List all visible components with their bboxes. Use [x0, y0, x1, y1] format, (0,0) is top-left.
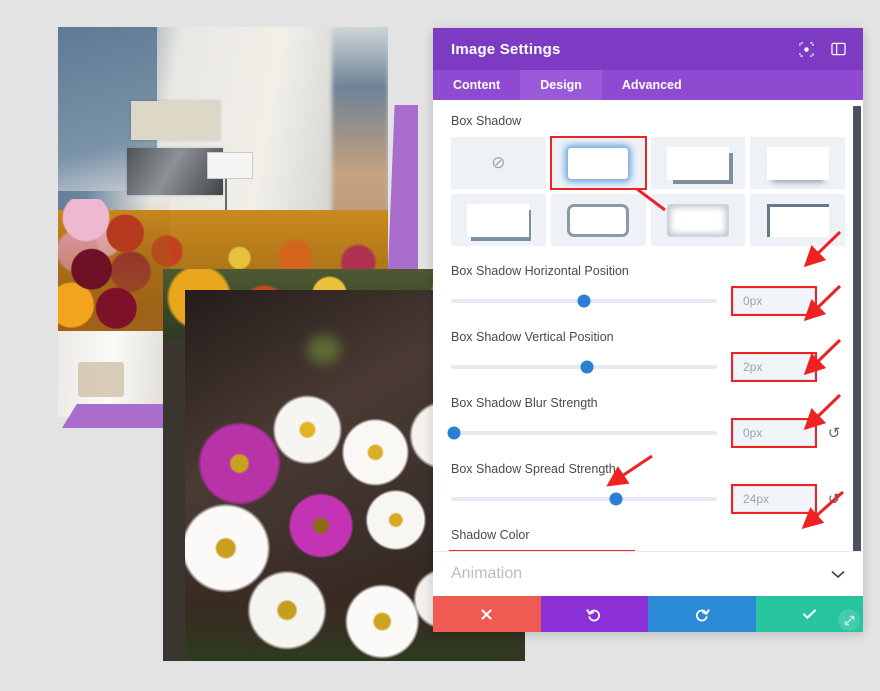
tab-content[interactable]: Content [433, 70, 520, 100]
preset-bottom-right-hard[interactable] [650, 137, 746, 189]
slider-knob-horizontal[interactable] [577, 294, 591, 308]
slider-knob-spread[interactable] [609, 492, 623, 506]
label-horizontal-position: Box Shadow Horizontal Position [451, 264, 629, 278]
image-settings-panel: Image Settings Content Design Advanced B… [433, 28, 863, 632]
slider-spread-strength[interactable] [451, 492, 717, 506]
preset-bottom-right-offset[interactable] [451, 194, 546, 246]
input-vertical-position[interactable]: 2px [731, 352, 817, 382]
no-shadow-icon: ⊘ [491, 153, 506, 172]
label-vertical-position: Box Shadow Vertical Position [451, 330, 614, 344]
reset-blur-icon[interactable]: ↺ [823, 424, 845, 442]
panel-footer [433, 596, 863, 632]
photo1-accent-right [388, 105, 418, 269]
animation-section-header[interactable]: Animation [433, 551, 863, 596]
cancel-button[interactable] [433, 596, 541, 632]
screenshot-root: Image Settings Content Design Advanced B… [0, 0, 880, 691]
preset-inner[interactable] [650, 194, 746, 246]
panel-tabs: Content Design Advanced [433, 70, 863, 100]
input-spread-strength[interactable]: 24px [731, 484, 817, 514]
input-blur-strength[interactable]: 0px [731, 418, 817, 448]
row-horizontal-position: 0px [451, 286, 845, 316]
chevron-down-icon [831, 567, 845, 582]
input-horizontal-position[interactable]: 0px [731, 286, 817, 316]
panel-header: Image Settings [433, 28, 863, 70]
panel-body: Box Shadow ⊘ Box Shadow Horizontal Posit… [433, 100, 863, 596]
preset-bottom-soft[interactable] [750, 137, 845, 189]
panel-title: Image Settings [451, 40, 561, 58]
panel-scroll-area: Box Shadow ⊘ Box Shadow Horizontal Posit… [433, 100, 863, 596]
tab-design[interactable]: Design [520, 70, 602, 100]
undo-button[interactable] [540, 596, 648, 632]
slider-knob-vertical[interactable] [580, 360, 594, 374]
slider-horizontal-position[interactable] [451, 294, 717, 308]
slider-vertical-position[interactable] [451, 360, 717, 374]
row-spread-strength: 24px ↺ [451, 484, 845, 514]
box-shadow-preset-grid: ⊘ [451, 136, 845, 246]
responsive-preview-icon[interactable] [795, 38, 817, 60]
resize-handle-icon[interactable] [838, 609, 860, 631]
label-shadow-color: Shadow Color [451, 528, 530, 542]
preset-glow[interactable] [549, 136, 647, 190]
preset-top-left-border[interactable] [750, 194, 845, 246]
box-shadow-section-label: Box Shadow [451, 114, 522, 128]
label-blur-strength: Box Shadow Blur Strength [451, 396, 598, 410]
split-view-icon[interactable] [827, 38, 849, 60]
reset-spread-icon[interactable]: ↺ [823, 490, 845, 508]
label-spread-strength: Box Shadow Spread Strength [451, 462, 616, 476]
animation-label: Animation [451, 565, 523, 582]
row-blur-strength: 0px ↺ [447, 418, 845, 448]
preset-outline-rounded[interactable] [550, 194, 646, 246]
tab-advanced[interactable]: Advanced [602, 70, 702, 100]
panel-scrollbar[interactable] [853, 106, 861, 596]
slider-knob-blur[interactable] [447, 426, 461, 440]
row-vertical-position: 2px [451, 352, 845, 382]
slider-blur-strength[interactable] [447, 426, 717, 440]
preset-none[interactable]: ⊘ [451, 137, 546, 189]
redo-button[interactable] [648, 596, 756, 632]
